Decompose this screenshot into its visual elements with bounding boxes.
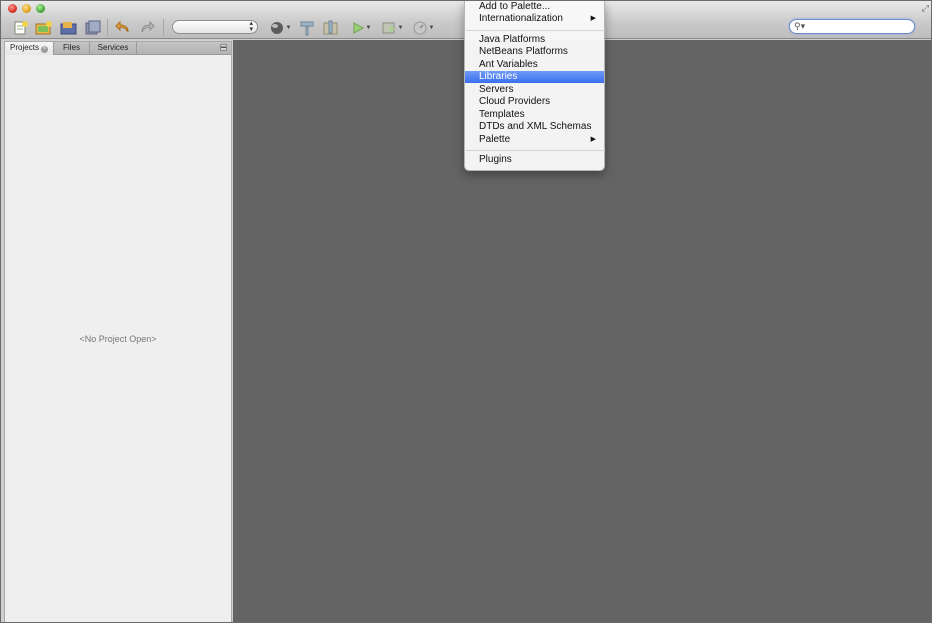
tab-services[interactable]: Services (90, 42, 137, 55)
debug-icon (382, 22, 395, 33)
menu-item-label: Add to Palette... (479, 1, 551, 12)
configuration-select[interactable]: ▴ ▾ (172, 20, 258, 34)
chevron-down-icon: ▼ (428, 24, 435, 31)
menu-item-cloud-providers[interactable]: Cloud Providers (465, 96, 604, 108)
minimize-panel-icon[interactable]: ▬ (220, 44, 227, 51)
new-file-icon (14, 20, 28, 34)
new-project-button[interactable] (34, 19, 54, 36)
chevron-down-icon: ▼ (365, 24, 372, 31)
build-project-button[interactable] (322, 19, 340, 36)
netbeans-window: NetBeans IDE ⤢ (0, 0, 932, 623)
tab-label: Projects (10, 43, 39, 52)
tab-label: Services (97, 43, 129, 52)
toolbar-separator (107, 19, 108, 36)
open-project-button[interactable] (59, 19, 79, 36)
menu-item-label: DTDs and XML Schemas (479, 121, 592, 132)
menu-separator (466, 30, 605, 31)
profile-icon (413, 21, 427, 34)
redo-icon (141, 20, 155, 32)
tab-label: Files (63, 43, 80, 52)
menu-item-label: Java Platforms (479, 34, 546, 45)
tab-files[interactable]: Files (54, 42, 90, 55)
chevron-down-icon: ▼ (285, 24, 292, 31)
menu-item-label: Palette (479, 134, 511, 145)
search-field[interactable]: ⚲▾ (789, 19, 915, 34)
save-all-icon (85, 20, 101, 34)
run-icon (353, 21, 364, 34)
save-all-button[interactable] (84, 19, 102, 36)
fullscreen-icon[interactable]: ⤢ (922, 3, 929, 14)
submenu-arrow-icon: ▶ (590, 136, 596, 143)
undo-button[interactable] (114, 19, 132, 36)
menu-item-servers[interactable]: Servers (465, 84, 604, 96)
menu-item-plugins[interactable]: Plugins (465, 154, 604, 166)
toolbar-separator (163, 19, 164, 36)
menu-item-label: Libraries (479, 71, 518, 82)
menu-item-label: Ant Variables (479, 59, 538, 70)
menu-item-label: Servers (479, 84, 514, 95)
menu-separator (466, 150, 605, 151)
submenu-arrow-icon: ▶ (590, 15, 596, 22)
build-project-icon (323, 20, 338, 34)
menu-item-label: Internationalization (479, 13, 563, 24)
menu-item-java-platforms[interactable]: Java Platforms (465, 34, 604, 46)
undo-icon (115, 20, 129, 32)
menu-item-ant-variables[interactable]: Ant Variables (465, 59, 604, 71)
run-button[interactable]: ▼ (350, 19, 372, 36)
tab-projects[interactable]: Projects × (5, 42, 54, 55)
clean-build-hammer-icon (300, 21, 314, 35)
menu-item-netbeans-platforms[interactable]: NetBeans Platforms (465, 46, 604, 58)
debug-button[interactable]: ▼ (379, 19, 405, 36)
new-project-icon (35, 20, 52, 34)
build-main-button[interactable]: ▼ (268, 19, 292, 36)
menu-item-label: Plugins (479, 154, 512, 165)
panel-tabs: Projects × Files Services ▬ (5, 42, 231, 55)
menu-item-palette[interactable]: Palette ▶ (465, 134, 604, 146)
menu-item-label: NetBeans Platforms (479, 46, 568, 57)
chevron-down-icon: ▼ (397, 24, 404, 31)
projects-panel: Projects × Files Services ▬ <No Project O… (4, 41, 232, 622)
open-project-icon (60, 21, 77, 34)
menu-item-dtds-and-xml-schemas[interactable]: DTDs and XML Schemas (465, 121, 604, 133)
new-file-button[interactable] (12, 19, 30, 36)
menu-item-templates[interactable]: Templates (465, 109, 604, 121)
build-globe-icon (270, 21, 283, 34)
menu-item-label: Templates (479, 109, 525, 120)
search-input[interactable] (808, 21, 908, 32)
redo-button[interactable] (138, 19, 156, 36)
menu-item-label: Cloud Providers (479, 96, 551, 107)
profile-button[interactable]: ▼ (410, 19, 436, 36)
no-project-message: <No Project Open> (79, 334, 157, 344)
close-tab-icon[interactable]: × (40, 46, 48, 53)
search-icon: ⚲▾ (794, 21, 806, 31)
menu-item-internationalization[interactable]: Internationalization ▶ (465, 13, 604, 25)
select-arrows-icon: ▴ ▾ (249, 20, 253, 33)
tools-menu: Add to Palette... Internationalization ▶ … (464, 1, 605, 171)
menu-item-libraries[interactable]: Libraries (465, 71, 604, 83)
menu-item-add-to-palette[interactable]: Add to Palette... (465, 1, 604, 13)
clean-build-button[interactable] (298, 19, 316, 36)
